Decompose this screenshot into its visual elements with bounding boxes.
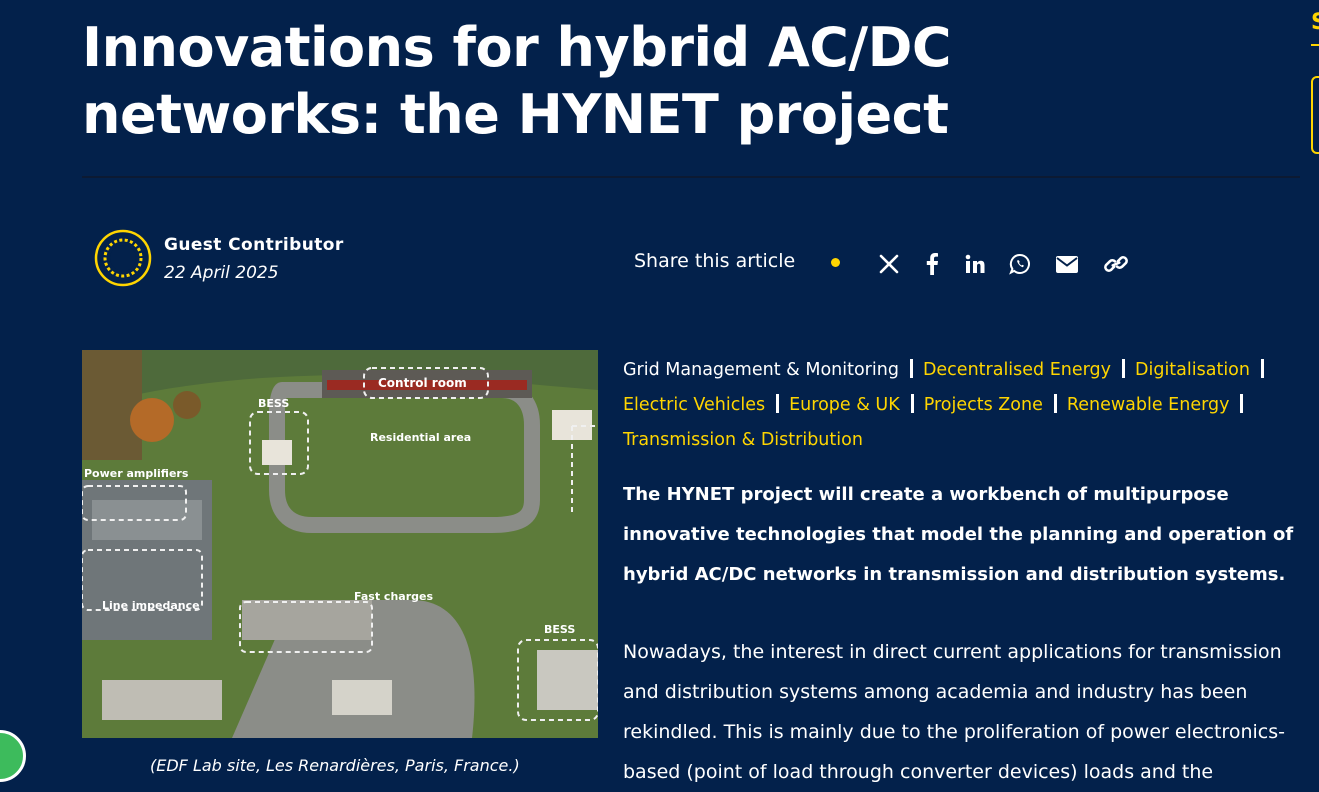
article-body: Nowadays, the interest in direct current… <box>623 641 1285 783</box>
sidebar-input[interactable] <box>1311 76 1319 154</box>
tag-grid-management[interactable]: Grid Management & Monitoring <box>623 360 899 380</box>
share-dot-separator <box>831 258 840 267</box>
label-bess-1: BESS <box>258 397 289 410</box>
tag-digitalisation[interactable]: Digitalisation <box>1135 360 1250 380</box>
image-caption: (EDF Lab site, Les Renardières, Paris, F… <box>150 756 520 775</box>
label-fast-charges: Fast charges <box>354 590 433 603</box>
tag-separator <box>776 394 780 413</box>
link-icon[interactable] <box>1104 252 1128 276</box>
tag-separator <box>910 394 914 413</box>
label-control-room: Control room <box>378 376 467 390</box>
author-avatar[interactable] <box>94 229 152 287</box>
page-title: Innovations for hybrid AC/DC networks: t… <box>82 16 952 146</box>
tag-separator <box>1053 394 1057 413</box>
tag-europe-uk[interactable]: Europe & UK <box>789 395 900 415</box>
share-label: Share this article <box>634 250 796 272</box>
tag-transmission-distribution[interactable]: Transmission & Distribution <box>623 430 863 450</box>
tag-decentralised-energy[interactable]: Decentralised Energy <box>923 360 1111 380</box>
tag-separator <box>1122 359 1125 378</box>
tag-separator <box>1240 394 1244 413</box>
article-lead: The HYNET project will create a workbenc… <box>623 484 1294 585</box>
label-bess-2: BESS <box>544 623 575 636</box>
whatsapp-icon[interactable] <box>1008 252 1032 276</box>
tag-electric-vehicles[interactable]: Electric Vehicles <box>623 395 765 415</box>
sidebar-heading: S <box>1311 10 1319 35</box>
sidebar-underline <box>1311 44 1319 46</box>
email-icon[interactable] <box>1055 252 1079 276</box>
tag-separator <box>909 359 913 378</box>
tag-renewable-energy[interactable]: Renewable Energy <box>1067 395 1230 415</box>
label-line-impedance: Line impedance <box>102 599 200 612</box>
tag-list: Grid Management & Monitoring Decentralise… <box>623 353 1303 458</box>
title-divider <box>82 176 1300 178</box>
tag-projects-zone[interactable]: Projects Zone <box>924 395 1043 415</box>
author-name[interactable]: Guest Contributor <box>164 235 344 255</box>
x-icon[interactable] <box>877 252 901 276</box>
label-residential: Residential area <box>370 431 471 444</box>
facebook-icon[interactable] <box>920 252 944 276</box>
publish-date: 22 April 2025 <box>164 263 279 283</box>
linkedin-icon[interactable] <box>963 252 987 276</box>
label-power-amplifiers: Power amplifiers <box>84 467 189 480</box>
article-hero-image[interactable]: Control room BESS Residential area Power… <box>82 350 598 738</box>
chat-button[interactable] <box>0 730 26 782</box>
tag-separator <box>1260 359 1264 378</box>
